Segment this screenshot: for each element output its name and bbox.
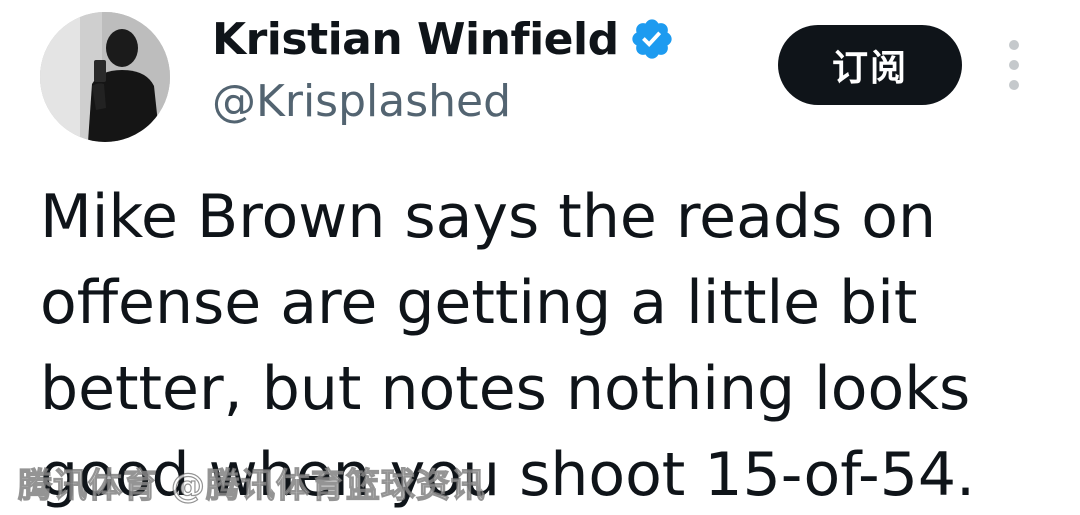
more-dot — [1009, 80, 1019, 90]
author-name-row: Kristian Winfield — [212, 6, 675, 72]
verified-badge-icon — [629, 16, 675, 62]
avatar[interactable] — [40, 12, 170, 142]
more-options-icon[interactable] — [1004, 40, 1024, 90]
more-dot — [1009, 40, 1019, 50]
more-dot — [1009, 60, 1019, 70]
subscribe-button[interactable]: 订阅 — [778, 25, 962, 105]
author-handle[interactable]: @Krisplashed — [212, 76, 511, 127]
avatar-photo — [40, 12, 170, 142]
author-display-name[interactable]: Kristian Winfield — [212, 14, 619, 65]
watermark: 腾讯体育 @腾讯体育篮球资讯 — [17, 465, 486, 506]
tweet-card: Kristian Winfield @Krisplashed 订阅 Mike B… — [0, 0, 1080, 515]
